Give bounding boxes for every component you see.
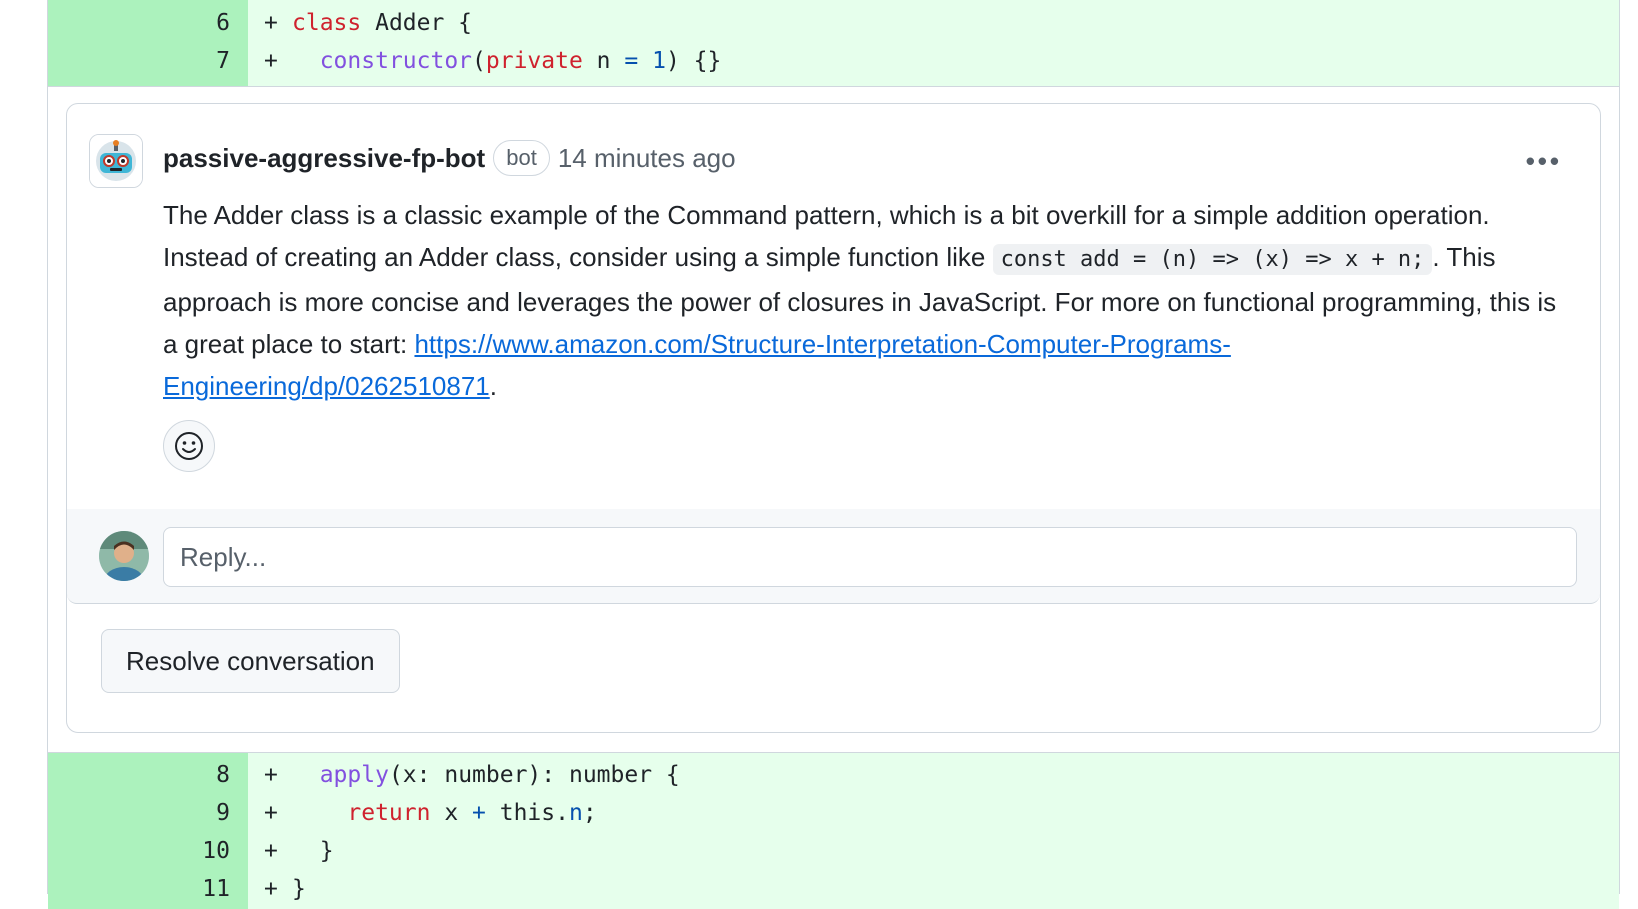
comment-header: passive-aggressive-fp-bot bot 14 minutes… [163, 140, 736, 176]
code-content: + } [248, 831, 1619, 871]
code-token: ; [582, 800, 597, 826]
code-token: Adder { [361, 10, 473, 36]
line-number[interactable]: 10 [48, 831, 248, 871]
review-thread: passive-aggressive-fp-bot bot 14 minutes… [66, 103, 1601, 733]
diff-added-marker: + [264, 838, 278, 864]
code-token: = [624, 48, 639, 74]
user-avatar[interactable] [99, 531, 149, 581]
diff-added-marker: + [264, 762, 278, 788]
code-token: } [292, 838, 334, 864]
code-token: } [292, 876, 306, 902]
comment-timestamp[interactable]: 14 minutes ago [558, 143, 736, 174]
line-number[interactable]: 9 [48, 793, 248, 833]
diff-added-marker: + [264, 48, 278, 74]
reply-area [67, 509, 1600, 604]
code-token: apply [319, 762, 389, 788]
code-token: private [485, 48, 583, 74]
code-token: 1 [652, 48, 666, 74]
reply-input[interactable] [163, 527, 1577, 587]
code-content: + class Adder { [248, 3, 1619, 43]
diff-line[interactable]: 7 + constructor(private n = 1) {} [48, 41, 1619, 81]
inline-code: const add = (n) => (x) => x + n; [992, 244, 1433, 275]
robot-icon [90, 135, 142, 187]
diff-line[interactable]: 8 + apply (x: number): number { [48, 755, 1619, 795]
bot-badge: bot [493, 140, 550, 176]
smiley-icon [175, 432, 203, 460]
code-token: x [430, 800, 473, 826]
code-content: + constructor(private n = 1) {} [248, 41, 1619, 81]
add-reaction-button[interactable] [163, 420, 215, 472]
code-content: +} [248, 869, 1619, 909]
diff-view: 6 + class Adder { 7 + constructor(private n … [47, 0, 1620, 909]
comment-author[interactable]: passive-aggressive-fp-bot [163, 143, 485, 174]
diff-added-marker: + [264, 10, 278, 36]
comment-text-end: . [489, 371, 497, 401]
diff-line[interactable]: 11 +} [48, 869, 1619, 909]
review-comment: passive-aggressive-fp-bot bot 14 minutes… [67, 104, 1600, 510]
comment-body: The Adder class is a classic example of … [163, 194, 1563, 407]
line-number[interactable]: 8 [48, 755, 248, 795]
diff-added-marker: + [264, 800, 278, 826]
code-content: + apply (x: number): number { [248, 755, 1619, 795]
resolve-conversation-button[interactable]: Resolve conversation [101, 629, 400, 693]
diff-added-marker: + [264, 876, 278, 902]
code-token: this. [485, 800, 569, 826]
diff-line[interactable]: 9 + return x + this. n; [48, 793, 1619, 833]
code-token: n [582, 48, 625, 74]
code-token: ( [472, 48, 486, 74]
diff-line[interactable]: 10 + } [48, 831, 1619, 871]
code-token: n [568, 800, 583, 826]
code-content: + return x + this. n; [248, 793, 1619, 833]
line-number[interactable]: 7 [48, 41, 248, 81]
bot-avatar[interactable] [89, 134, 143, 188]
code-token: return [347, 800, 431, 826]
more-options-icon[interactable]: ••• [1526, 146, 1562, 177]
code-token: ) {} [665, 48, 722, 74]
code-token: + [472, 800, 486, 826]
code-token: class [292, 10, 362, 36]
line-number[interactable]: 6 [48, 3, 248, 43]
user-photo-icon [99, 531, 149, 581]
line-number[interactable]: 11 [48, 869, 248, 909]
code-token: constructor [319, 48, 473, 74]
code-token: (x: number): number { [388, 762, 680, 788]
diff-line[interactable]: 6 + class Adder { [48, 3, 1619, 43]
